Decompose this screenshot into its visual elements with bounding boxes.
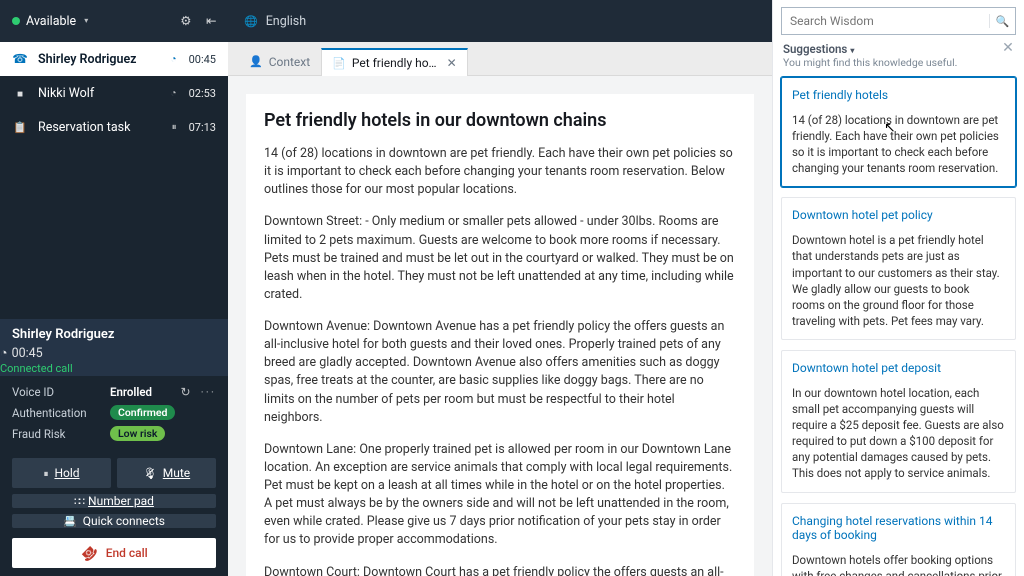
- card-body: In our downtown hotel location, each sma…: [792, 385, 1005, 482]
- auth-label: Authentication: [12, 406, 102, 420]
- card-title: Pet friendly hotels: [792, 88, 1005, 102]
- call-state: Connected call: [0, 362, 73, 375]
- hold-label: Hold: [54, 466, 79, 480]
- tab-label: Context: [269, 55, 310, 69]
- sidebar-top: Available: [0, 0, 228, 42]
- end-call-button[interactable]: End call: [12, 538, 216, 568]
- close-icon[interactable]: ✕: [447, 56, 457, 70]
- mute-label: Mute: [163, 466, 190, 480]
- tab-context[interactable]: Context: [238, 47, 321, 75]
- mute-icon: [143, 466, 157, 480]
- article-paragraph: 14 (of 28) locations in downtown are pet…: [264, 145, 736, 199]
- contact-name: Nikki Wolf: [38, 86, 161, 101]
- quick-connects-button[interactable]: Quick connects: [12, 514, 216, 528]
- contact-name: Shirley Rodriguez: [38, 52, 161, 67]
- numpad-label: Number pad: [88, 494, 154, 508]
- card-body: Downtown hotels offer booking options wi…: [792, 552, 1005, 576]
- mute-button[interactable]: Mute: [117, 458, 216, 488]
- hold-button[interactable]: Hold: [12, 458, 111, 488]
- search-icon[interactable]: [989, 14, 1015, 28]
- fraud-value-pill: Low risk: [110, 426, 165, 441]
- article-paragraph: Downtown Lane: One properly trained pet …: [264, 441, 736, 550]
- clock-icon: ◔: [171, 88, 177, 99]
- globe-icon: [244, 14, 258, 29]
- clock-icon: ◔: [0, 346, 8, 361]
- card-body: Downtown hotel is a pet friendly hotel t…: [792, 232, 1005, 329]
- language-label[interactable]: English: [266, 14, 306, 29]
- knowledge-article: Pet friendly hotels in our downtown chai…: [246, 94, 754, 576]
- end-call-icon: [77, 541, 101, 565]
- contact-list: Shirley Rodriguez ◔ 00:45 Nikki Wolf ◔ 0…: [0, 42, 228, 144]
- card-title: Changing hotel reservations within 14 da…: [792, 514, 1005, 542]
- quick-connects-label: Quick connects: [83, 514, 165, 528]
- voice-id-label: Voice ID: [12, 385, 102, 399]
- voice-id-value: Enrolled: [110, 385, 152, 399]
- contact-row[interactable]: Nikki Wolf ◔ 02:53: [0, 76, 228, 110]
- suggestion-card[interactable]: Changing hotel reservations within 14 da…: [781, 503, 1016, 576]
- logout-icon[interactable]: [206, 13, 216, 29]
- clock-icon: ◔: [171, 54, 177, 65]
- card-title: Downtown hotel pet policy: [792, 208, 1005, 222]
- suggestion-list[interactable]: Pet friendly hotels 14 (of 28) locations…: [773, 73, 1024, 576]
- number-pad-button[interactable]: Number pad: [12, 494, 216, 508]
- top-bar: English: [228, 0, 772, 42]
- article-paragraph: Downtown Court: Downtown Court has a pet…: [264, 564, 736, 576]
- contact-name: Reservation task: [38, 120, 162, 135]
- document-scroll[interactable]: Pet friendly hotels in our downtown chai…: [228, 76, 772, 576]
- article-paragraph: Downtown Avenue: Downtown Avenue has a p…: [264, 318, 736, 427]
- card-body: 14 (of 28) locations in downtown are pet…: [792, 112, 1005, 176]
- auth-value-pill: Confirmed: [110, 405, 175, 420]
- wisdom-panel: ✕ Suggestions You might find this knowle…: [772, 0, 1024, 576]
- suggestions-title: Suggestions: [783, 42, 847, 56]
- agent-status-dropdown[interactable]: Available: [12, 14, 88, 29]
- suggestion-card[interactable]: Pet friendly hotels 14 (of 28) locations…: [781, 77, 1016, 187]
- task-icon: [12, 120, 28, 135]
- suggestions-subtitle: You might find this knowledge useful.: [783, 56, 1014, 69]
- tab-label: Pet friendly ho…: [352, 56, 437, 70]
- voice-id-meta: Voice ID Enrolled ··· Authentication Con…: [0, 376, 228, 450]
- close-icon[interactable]: ✕: [998, 40, 1018, 56]
- contact-time: 02:53: [189, 87, 216, 100]
- phone-icon: [12, 51, 28, 67]
- gear-icon[interactable]: [180, 13, 191, 29]
- pause-icon: [172, 122, 177, 133]
- main-area: English Context Pet friendly ho… ✕ Pet f…: [228, 0, 772, 576]
- agent-sidebar: Available Shirley Rodriguez ◔ 00:45 Nikk…: [0, 0, 228, 576]
- card-title: Downtown hotel pet deposit: [792, 361, 1005, 375]
- caller-name: Shirley Rodriguez: [12, 327, 114, 342]
- fraud-label: Fraud Risk: [12, 427, 102, 441]
- person-icon: [249, 55, 263, 68]
- end-call-label: End call: [106, 546, 148, 560]
- refresh-icon[interactable]: [181, 385, 191, 399]
- wisdom-search[interactable]: [781, 7, 1016, 35]
- quick-connects-icon: [63, 514, 77, 528]
- search-input[interactable]: [782, 14, 989, 28]
- doc-icon: [332, 57, 346, 70]
- article-paragraph: Downtown Street: - Only medium or smalle…: [264, 213, 736, 304]
- tab-article[interactable]: Pet friendly ho… ✕: [321, 48, 468, 76]
- contact-time: 00:45: [189, 53, 216, 66]
- agent-status-label: Available: [26, 14, 76, 29]
- numpad-icon: [74, 494, 82, 508]
- call-panel: Shirley Rodriguez ◔00:45 Connected call …: [0, 319, 228, 576]
- chevron-down-icon: [850, 42, 854, 56]
- status-dot-icon: [12, 17, 20, 25]
- chevron-down-icon: [84, 16, 88, 26]
- pause-icon: [43, 466, 48, 480]
- contact-time: 07:13: [189, 121, 216, 134]
- contact-row[interactable]: Shirley Rodriguez ◔ 00:45: [0, 42, 228, 76]
- article-title: Pet friendly hotels in our downtown chai…: [264, 110, 736, 131]
- contact-row[interactable]: Reservation task 07:13: [0, 110, 228, 144]
- chat-icon: [12, 86, 28, 101]
- tab-bar: Context Pet friendly ho… ✕: [228, 42, 772, 76]
- suggestion-card[interactable]: Downtown hotel pet policy Downtown hotel…: [781, 197, 1016, 340]
- more-icon[interactable]: ···: [201, 385, 216, 399]
- suggestion-card[interactable]: Downtown hotel pet deposit In our downto…: [781, 350, 1016, 493]
- call-timer: 00:45: [12, 346, 43, 361]
- suggestions-header[interactable]: Suggestions: [783, 42, 1014, 56]
